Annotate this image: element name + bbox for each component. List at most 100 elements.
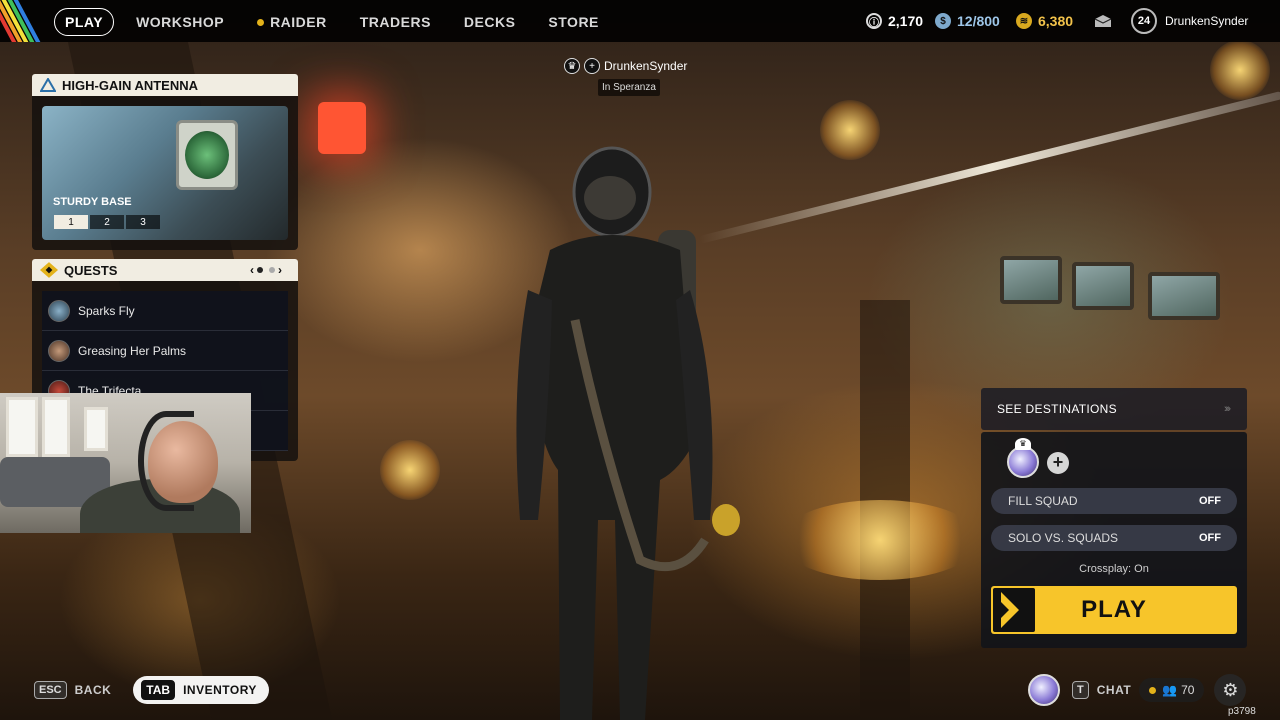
mail-icon — [1094, 15, 1112, 27]
friends-count: 70 — [1181, 683, 1195, 697]
squad-leader-avatar[interactable] — [1007, 446, 1039, 478]
game-lobby-screen: PLAY WORKSHOP RAIDER TRADERS DECKS STORE… — [0, 0, 1280, 720]
quests-header: QUESTS ‹ › — [32, 259, 298, 281]
squad-panel: ♛ + FILL SQUAD OFF SOLO VS. SQUADS OFF C… — [981, 432, 1247, 648]
destinations-label: SEE DESTINATIONS — [997, 402, 1117, 416]
chat-key: T — [1072, 681, 1089, 699]
fill-squad-label: FILL SQUAD — [1008, 494, 1078, 508]
fill-squad-value: OFF — [1199, 495, 1221, 507]
credits-counter[interactable]: $ 12/800 — [935, 0, 1000, 42]
notification-dot-icon — [257, 18, 265, 26]
solo-value: OFF — [1199, 532, 1221, 544]
build-version: p3798 — [1228, 706, 1256, 717]
brand-stripes — [0, 0, 46, 42]
back-label: BACK — [74, 683, 112, 697]
inventory-label: INVENTORY — [183, 683, 257, 697]
play-button-label: PLAY — [1081, 596, 1147, 623]
username: DrunkenSynder — [1165, 14, 1249, 28]
tier-button[interactable]: 3 — [126, 215, 160, 229]
antenna-subtitle: STURDY BASE — [53, 196, 132, 208]
coins-value: 2,170 — [888, 13, 924, 29]
nav-workshop[interactable]: WORKSHOP — [136, 14, 224, 30]
token-icon: ≋ — [1016, 13, 1032, 29]
player-avatar[interactable] — [1028, 674, 1060, 706]
quest-diamond-icon — [40, 262, 58, 278]
crown-icon: ♛ — [1015, 438, 1031, 450]
see-destinations-button[interactable]: SEE DESTINATIONS ››› — [981, 388, 1247, 430]
tier-selector: 1 2 3 — [54, 215, 162, 229]
quest-item[interactable]: Sparks Fly — [42, 291, 288, 331]
crown-icon: ♛ — [564, 58, 580, 74]
page-dot — [257, 267, 263, 273]
window — [84, 407, 108, 451]
tokens-counter[interactable]: ≋ 6,380 — [1016, 0, 1073, 42]
bottom-left-actions: ESC BACK TAB INVENTORY — [34, 676, 269, 704]
top-navigation-bar: PLAY WORKSHOP RAIDER TRADERS DECKS STORE… — [0, 0, 1280, 42]
tv-screen — [1072, 262, 1134, 310]
online-dot-icon — [1149, 686, 1157, 694]
lamp-glow — [1210, 40, 1270, 100]
quests-title: QUESTS — [64, 262, 118, 278]
credit-icon: $ — [935, 13, 951, 29]
window — [42, 397, 70, 457]
player-name: DrunkenSynder — [604, 59, 688, 73]
tv-screen — [1000, 256, 1062, 304]
lamp-glow — [820, 100, 880, 160]
chevron-right-icon: ››› — [1224, 403, 1231, 415]
nav-decks[interactable]: DECKS — [464, 14, 516, 30]
player-location: In Speranza — [598, 79, 660, 96]
red-neon-light — [318, 102, 366, 154]
mail-button[interactable] — [1094, 0, 1112, 42]
profile-button[interactable]: 24 DrunkenSynder — [1131, 0, 1248, 42]
antenna-title: HIGH-GAIN ANTENNA — [62, 77, 199, 93]
player-nameplate: ♛ + DrunkenSynder — [564, 58, 687, 74]
back-action[interactable]: ESC BACK — [34, 681, 111, 699]
friends-button[interactable]: 👥 70 — [1139, 678, 1205, 702]
nav-raider[interactable]: RAIDER — [257, 14, 327, 30]
tier-button[interactable]: 2 — [90, 215, 124, 229]
tokens-value: 6,380 — [1038, 13, 1074, 29]
page-dot — [269, 267, 275, 273]
quest-pager: ‹ › — [250, 263, 282, 277]
level-badge: 24 — [1131, 8, 1157, 34]
invite-plus-button[interactable]: + — [1047, 452, 1069, 474]
antenna-card[interactable]: HIGH-GAIN ANTENNA STURDY BASE 1 2 3 — [32, 74, 298, 250]
antenna-card-header: HIGH-GAIN ANTENNA — [32, 74, 298, 96]
plus-icon: + — [584, 58, 600, 74]
solo-vs-squads-toggle[interactable]: SOLO VS. SQUADS OFF — [991, 525, 1237, 551]
tv-screen — [1148, 272, 1220, 320]
bottom-right-actions: T CHAT 👥 70 ⚙ — [1028, 674, 1247, 706]
main-nav: PLAY WORKSHOP RAIDER TRADERS DECKS STORE — [54, 8, 632, 36]
esc-key: ESC — [34, 681, 67, 699]
play-button[interactable]: PLAY — [991, 586, 1237, 634]
coins-counter[interactable]: ⓘ 2,170 — [866, 0, 923, 42]
radar-device — [176, 120, 238, 190]
quest-label: Sparks Fly — [78, 303, 135, 318]
webcam-overlay — [0, 393, 251, 533]
lamp-glow — [380, 440, 440, 500]
fill-squad-toggle[interactable]: FILL SQUAD OFF — [991, 488, 1237, 514]
nav-play[interactable]: PLAY — [54, 8, 115, 36]
lamp-glow — [780, 500, 980, 580]
quest-label: Greasing Her Palms — [78, 343, 187, 358]
tier-button[interactable]: 1 — [54, 215, 88, 229]
window — [6, 397, 38, 457]
warning-triangle-icon — [40, 78, 56, 92]
quest-item[interactable]: Greasing Her Palms — [42, 331, 288, 371]
play-chevron-icon — [993, 588, 1035, 632]
chat-label: CHAT — [1096, 683, 1132, 697]
nav-store[interactable]: STORE — [548, 14, 598, 30]
chevron-left-icon[interactable]: ‹ — [250, 263, 254, 277]
tab-key: TAB — [141, 680, 176, 700]
solo-label: SOLO VS. SQUADS — [1008, 531, 1119, 545]
quest-avatar — [48, 339, 70, 362]
gear-icon[interactable]: ⚙ — [1214, 674, 1247, 706]
raider-character — [516, 146, 740, 720]
chevron-right-icon[interactable]: › — [278, 263, 282, 277]
credits-value: 12/800 — [957, 13, 1000, 29]
chat-button[interactable]: T CHAT — [1072, 681, 1131, 699]
nav-traders[interactable]: TRADERS — [360, 14, 431, 30]
inventory-button[interactable]: TAB INVENTORY — [133, 676, 269, 704]
crossplay-status: Crossplay: On — [1079, 563, 1149, 575]
coin-icon: ⓘ — [866, 13, 882, 29]
